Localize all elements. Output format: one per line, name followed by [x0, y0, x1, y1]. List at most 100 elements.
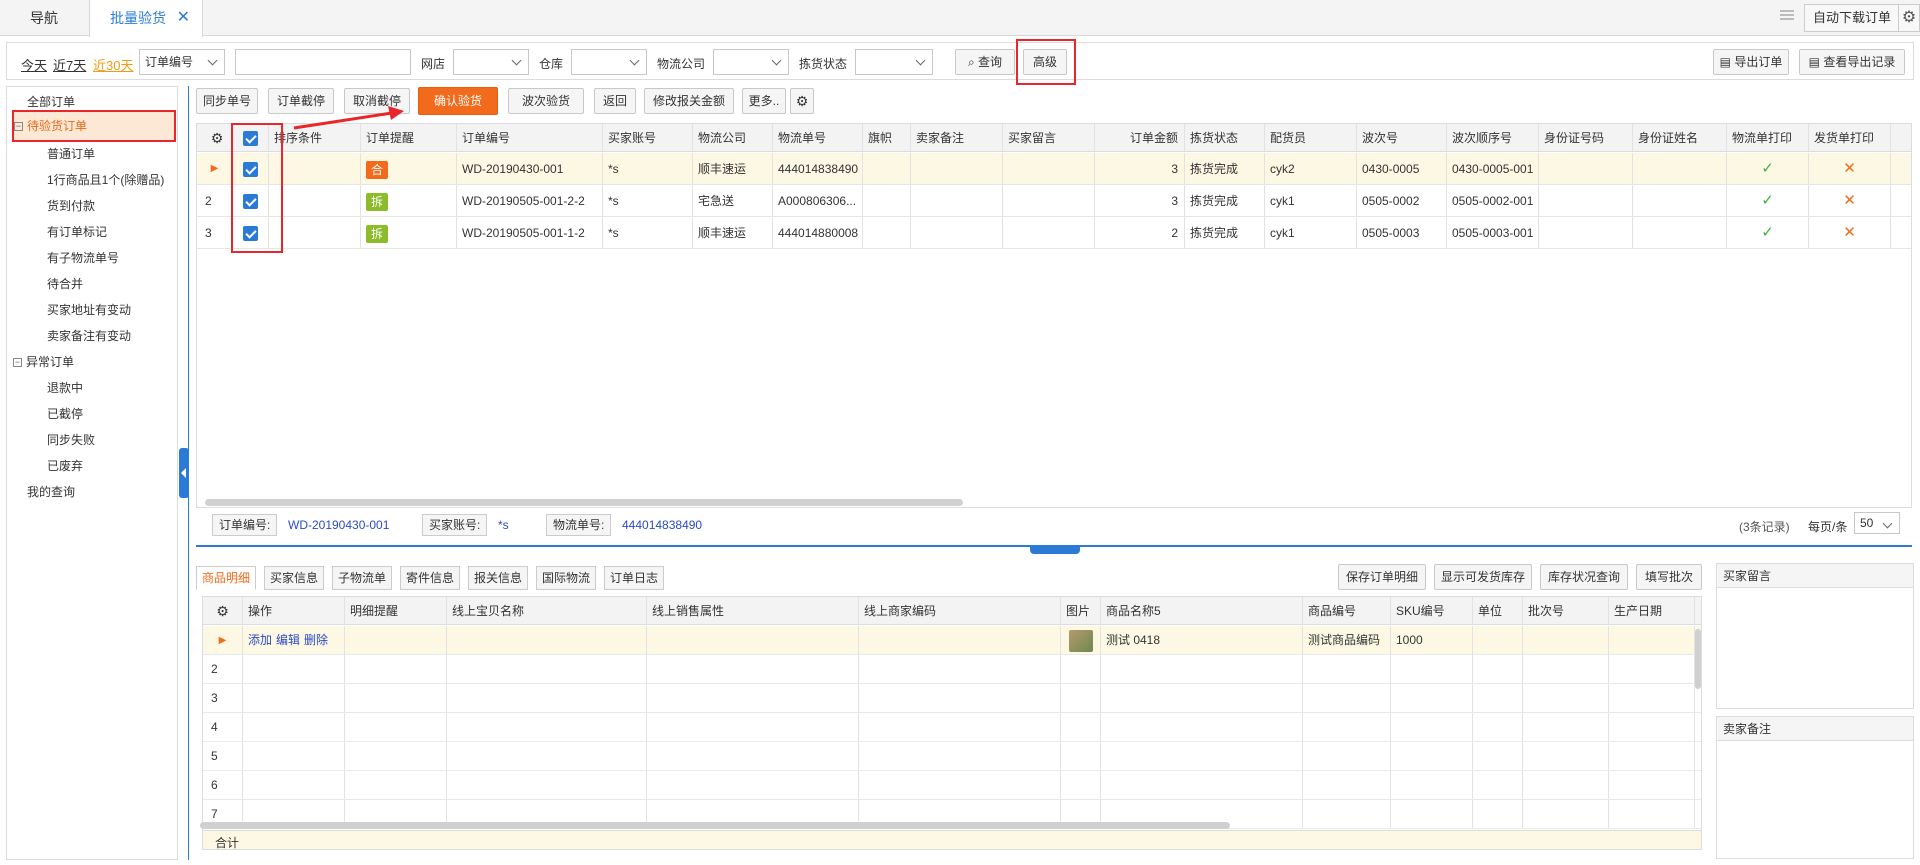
logistics-select[interactable] [713, 49, 789, 75]
sync-tracking-button[interactable]: 同步单号 [196, 88, 258, 114]
pick-status-select[interactable] [855, 49, 933, 75]
delete-link[interactable]: 删除 [304, 633, 328, 647]
col-sku[interactable]: SKU编号 [1391, 597, 1473, 624]
col-buyer-msg[interactable]: 买家留言 [1003, 124, 1095, 151]
col-product-name[interactable]: 商品名称5 [1101, 597, 1303, 624]
col-company[interactable]: 物流公司 [693, 124, 773, 151]
col-product-code[interactable]: 商品编号 [1303, 597, 1391, 624]
wave-inspection-button[interactable]: 波次验货 [508, 88, 584, 114]
gear-icon[interactable]: ⚙ [790, 88, 814, 114]
tab-sender-info[interactable]: 寄件信息 [400, 566, 461, 590]
warehouse-select[interactable] [571, 49, 647, 75]
list-item[interactable]: ▶ 添加 编辑 删除 测试 0418 测试商品编码 1000 [203, 626, 1701, 655]
col-batch-no[interactable]: 批次号 [1523, 597, 1609, 624]
page-size-select[interactable]: 50 [1854, 512, 1900, 534]
close-icon[interactable]: ✕ [177, 0, 190, 36]
fill-batch-button[interactable]: 填写批次 [1636, 564, 1702, 590]
col-unit[interactable]: 单位 [1473, 597, 1523, 624]
col-merchant-code[interactable]: 线上商家编码 [859, 597, 1061, 624]
sidebar-item-normal[interactable]: 普通订单 [47, 143, 95, 165]
store-select[interactable] [453, 49, 529, 75]
order-search-input[interactable] [235, 49, 411, 75]
filter-7days-link[interactable]: 近7天 [53, 55, 86, 74]
list-icon[interactable] [1780, 8, 1794, 22]
col-seller-note[interactable]: 卖家备注 [911, 124, 1003, 151]
horizontal-scrollbar[interactable] [205, 499, 963, 506]
gear-icon[interactable]: ⚙ [197, 124, 233, 151]
col-wave-seq[interactable]: 波次顺序号 [1447, 124, 1539, 151]
sidebar-item-pending[interactable]: − 待验货订单 [12, 110, 176, 142]
view-export-records-button[interactable]: ▤ 查看导出记录 [1799, 49, 1905, 75]
list-item[interactable]: 2 [203, 655, 1701, 684]
detail-horizontal-scrollbar[interactable] [200, 822, 1230, 829]
filter-today-link[interactable]: 今天 [21, 55, 47, 74]
panel-collapse-handle[interactable] [1030, 545, 1080, 554]
col-production-date[interactable]: 生产日期 [1609, 597, 1695, 624]
col-id-number[interactable]: 身份证号码 [1539, 124, 1633, 151]
col-invoice-print[interactable]: 发货单打印 [1809, 124, 1891, 151]
tab-sub-tracking[interactable]: 子物流单 [332, 566, 393, 590]
query-button[interactable]: ⌕ 查询 [955, 49, 1015, 75]
sidebar-item-refunding[interactable]: 退款中 [47, 377, 83, 399]
add-link[interactable]: 添加 [248, 633, 272, 647]
col-logistics-print[interactable]: 物流单打印 [1727, 124, 1809, 151]
col-detail-reminder[interactable]: 明细提醒 [345, 597, 447, 624]
export-orders-button[interactable]: ▤ 导出订单 [1713, 49, 1789, 75]
back-button[interactable]: 返回 [594, 88, 636, 114]
col-amount[interactable]: 订单金额 [1095, 124, 1185, 151]
confirm-inspection-button[interactable]: 确认验货 [418, 87, 498, 115]
table-row[interactable]: 3 拆 WD-20190505-001-1-2 *s 顺丰速运 44401488… [197, 217, 1911, 249]
table-row[interactable]: 2 拆 WD-20190505-001-2-2 *s 宅急送 A00080630… [197, 185, 1911, 217]
gear-icon[interactable]: ⚙ [203, 597, 243, 624]
gear-icon[interactable]: ⚙ [1898, 4, 1920, 32]
col-online-attr[interactable]: 线上销售属性 [647, 597, 859, 624]
col-picker[interactable]: 配货员 [1265, 124, 1357, 151]
col-flag[interactable]: 旗帜 [863, 124, 911, 151]
sidebar-item-address-changed[interactable]: 买家地址有变动 [47, 299, 131, 321]
show-stock-button[interactable]: 显示可发货库存 [1434, 564, 1532, 590]
col-id-name[interactable]: 身份证姓名 [1633, 124, 1727, 151]
sidebar-item-sub-tracking[interactable]: 有子物流单号 [47, 247, 119, 269]
tab-customs-info[interactable]: 报关信息 [468, 566, 529, 590]
order-field-select[interactable]: 订单编号 [139, 49, 225, 75]
stock-query-button[interactable]: 库存状况查询 [1540, 564, 1628, 590]
col-order-no[interactable]: 订单编号 [457, 124, 603, 151]
col-pick-status[interactable]: 拣货状态 [1185, 124, 1265, 151]
sidebar-item-single-line[interactable]: 1行商品且1个(除赠品) [47, 169, 164, 191]
sidebar-item-held[interactable]: 已截停 [47, 403, 83, 425]
tab-product-detail[interactable]: 商品明细 [196, 566, 257, 590]
col-image[interactable]: 图片 [1061, 597, 1101, 624]
tab-order-log[interactable]: 订单日志 [604, 566, 665, 590]
filter-30days-link[interactable]: 近30天 [93, 55, 133, 74]
list-item[interactable]: 3 [203, 684, 1701, 713]
tab-batch-inspection[interactable]: 批量验货 ✕ [89, 0, 203, 37]
col-tracking[interactable]: 物流单号 [773, 124, 863, 151]
tab-intl-logistics[interactable]: 国际物流 [536, 566, 597, 590]
list-item[interactable]: 4 [203, 713, 1701, 742]
vertical-scrollbar[interactable] [1695, 629, 1701, 689]
save-detail-button[interactable]: 保存订单明细 [1338, 564, 1426, 590]
sidebar-item-to-merge[interactable]: 待合并 [47, 273, 83, 295]
collapse-icon[interactable]: − [13, 358, 22, 368]
modify-customs-button[interactable]: 修改报关金额 [644, 88, 734, 114]
list-item[interactable]: 6 [203, 771, 1701, 800]
more-button[interactable]: 更多.. [742, 88, 786, 114]
product-thumbnail[interactable] [1069, 629, 1093, 652]
sidebar-item-seller-note-changed[interactable]: 卖家备注有变动 [47, 325, 131, 347]
sidebar-item-my-query[interactable]: 我的查询 [27, 481, 75, 503]
col-action[interactable]: 操作 [243, 597, 345, 624]
col-online-name[interactable]: 线上宝贝名称 [447, 597, 647, 624]
table-row[interactable]: ▶ 合 WD-20190430-001 *s 顺丰速运 444014838490… [197, 153, 1911, 185]
sidebar-item-discarded[interactable]: 已废弃 [47, 455, 83, 477]
auto-download-button[interactable]: 自动下载订单 [1804, 4, 1900, 32]
sidebar-item-marked[interactable]: 有订单标记 [47, 221, 107, 243]
sidebar-item-cod[interactable]: 货到付款 [47, 195, 95, 217]
tab-buyer-info[interactable]: 买家信息 [264, 566, 325, 590]
col-buyer[interactable]: 买家账号 [603, 124, 693, 151]
tab-navigation[interactable]: 导航 [0, 0, 88, 36]
collapse-icon[interactable]: − [14, 122, 23, 132]
col-wave[interactable]: 波次号 [1357, 124, 1447, 151]
list-item[interactable]: 5 [203, 742, 1701, 771]
sidebar-item-sync-failed[interactable]: 同步失败 [47, 429, 95, 451]
edit-link[interactable]: 编辑 [276, 633, 300, 647]
